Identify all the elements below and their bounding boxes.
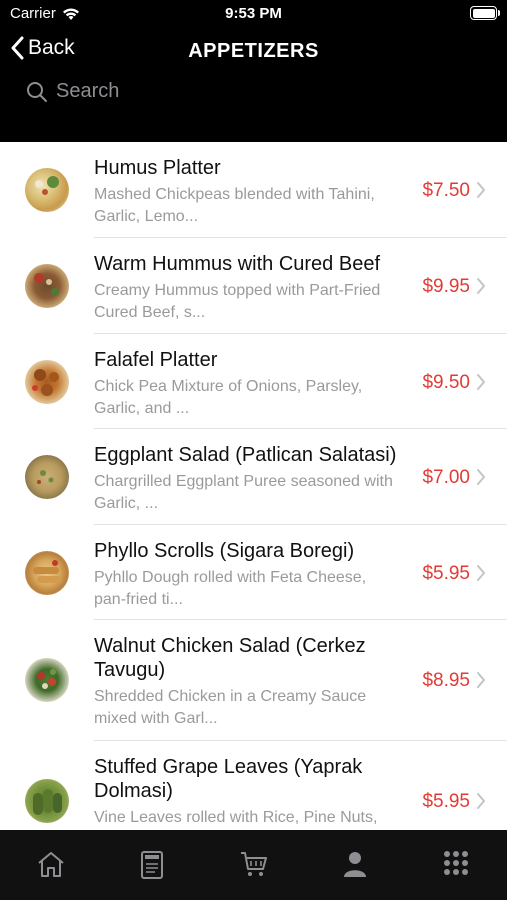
menu-item-list[interactable]: Humus Platter Mashed Chickpeas blended w… [0,142,507,830]
item-name: Walnut Chicken Salad (Cerkez Tavugu) [94,635,366,681]
menu-item[interactable]: Walnut Chicken Salad (Cerkez Tavugu) Shr… [0,620,507,741]
item-price: $9.50 [422,372,470,393]
item-description: Pyhllo Dough rolled with Feta Cheese, pa… [94,569,367,608]
food-image [25,455,69,499]
tab-home[interactable] [0,830,101,900]
item-name: Eggplant Salad (Patlican Salatasi) [94,444,397,466]
chevron-right-icon [477,672,485,688]
menu-item[interactable]: Stuffed Grape Leaves (Yaprak Dolmasi) Vi… [0,741,507,830]
food-image [25,264,69,308]
menu-item[interactable]: Falafel Platter Chick Pea Mixture of Oni… [0,334,507,429]
chevron-right-icon [477,182,485,198]
chevron-right-icon [477,793,485,809]
item-description: Shredded Chicken in a Creamy Sauce mixed… [94,688,367,727]
item-price: $7.00 [422,467,470,488]
search-icon [27,81,47,102]
item-price: $7.50 [422,180,470,201]
chevron-right-icon [477,374,485,390]
food-image [25,360,69,404]
account-icon [343,852,366,877]
item-name: Falafel Platter [94,349,218,371]
item-description: Creamy Hummus topped with Part-Fried Cur… [94,282,381,321]
home-icon [38,852,64,877]
food-image [25,551,69,595]
tab-bar [0,830,507,900]
status-bar: Carrier 9:53 PM [0,0,507,28]
food-image [25,658,69,702]
food-image [25,779,69,823]
menu-item[interactable]: Eggplant Salad (Patlican Salatasi) Charg… [0,429,507,525]
item-name: Stuffed Grape Leaves (Yaprak Dolmasi) [94,756,363,802]
item-name: Warm Hummus with Cured Beef [94,253,380,275]
item-price: $8.95 [422,670,470,691]
page-title: APPETIZERS [188,40,319,62]
tab-account[interactable] [304,830,405,900]
item-description: Mashed Chickpeas blended with Tahini, Ga… [94,186,375,225]
tab-cart[interactable] [203,830,304,900]
item-name: Phyllo Scrolls (Sigara Boregi) [94,540,355,562]
cart-icon [240,852,267,876]
chevron-right-icon [477,469,485,485]
item-price: $5.95 [422,563,470,584]
chevron-right-icon [477,565,485,581]
battery-icon [470,6,500,20]
item-description: Chargrilled Eggplant Puree seasoned with… [94,473,393,512]
item-description: Chick Pea Mixture of Onions, Parsley, Ga… [94,378,363,417]
nav-bar: Back APPETIZERS [0,28,507,78]
search-placeholder: Search [56,80,120,102]
item-name: Humus Platter [94,157,221,179]
tab-more[interactable] [406,830,507,900]
item-price: $5.95 [422,791,470,812]
menu-item[interactable]: Warm Hummus with Cured Beef Creamy Hummu… [0,238,507,334]
menu-item[interactable]: Humus Platter Mashed Chickpeas blended w… [0,142,507,238]
tab-menu[interactable] [101,830,202,900]
status-time: 9:53 PM [225,5,282,22]
menu-icon [141,851,164,879]
item-description: Vine Leaves rolled with Rice, Pine Nuts, [94,809,378,826]
more-icon [444,851,469,875]
food-image [25,168,69,212]
item-price: $9.95 [422,276,470,297]
chevron-right-icon [477,278,485,294]
menu-item[interactable]: Phyllo Scrolls (Sigara Boregi) Pyhllo Do… [0,525,507,620]
search-input[interactable]: Search [26,80,119,103]
